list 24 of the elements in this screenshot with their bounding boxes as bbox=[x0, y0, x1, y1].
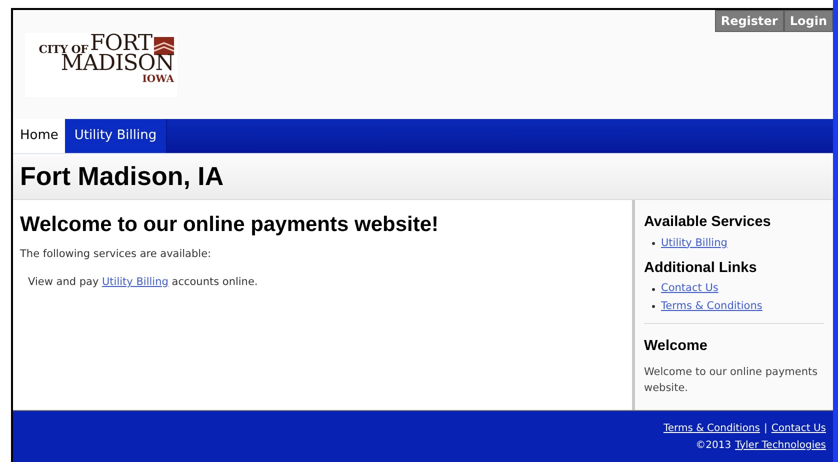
header-button[interactable]: Register bbox=[714, 10, 784, 32]
nav-tab[interactable]: Home bbox=[13, 119, 66, 153]
footer-link[interactable]: Terms & Conditions bbox=[663, 420, 760, 436]
bullet-icon bbox=[652, 305, 655, 308]
bullet-icon bbox=[652, 242, 655, 246]
sidebar-heading: Available Services bbox=[644, 213, 772, 232]
page-title: Fort Madison, IA bbox=[20, 160, 224, 193]
welcome-text: Welcome to our online payments website. bbox=[644, 364, 819, 396]
header-button[interactable]: Login bbox=[784, 10, 833, 32]
intro-text: The following services are available: bbox=[20, 247, 212, 262]
service-text: View and pay Utility Billing accounts online. bbox=[28, 275, 259, 290]
separator-text: | bbox=[764, 422, 768, 436]
sidebar-heading: Welcome bbox=[644, 336, 708, 356]
footer-link[interactable]: Contact Us bbox=[771, 420, 826, 436]
service-link[interactable]: Utility Billing bbox=[102, 276, 168, 288]
bullet-icon bbox=[652, 288, 655, 291]
nav-tab[interactable]: Utility Billing bbox=[65, 119, 167, 153]
copyright-text: ©2013 bbox=[696, 438, 732, 452]
sidebar-link[interactable]: Contact Us bbox=[661, 281, 718, 297]
sidebar-link[interactable]: Utility Billing bbox=[661, 236, 728, 252]
sidebar-link[interactable]: Terms & Conditions bbox=[661, 299, 762, 315]
content-heading: Welcome to our online payments website! bbox=[20, 212, 440, 238]
sidebar-heading: Additional Links bbox=[644, 258, 758, 278]
footer-link[interactable]: Tyler Technologies bbox=[735, 438, 826, 452]
